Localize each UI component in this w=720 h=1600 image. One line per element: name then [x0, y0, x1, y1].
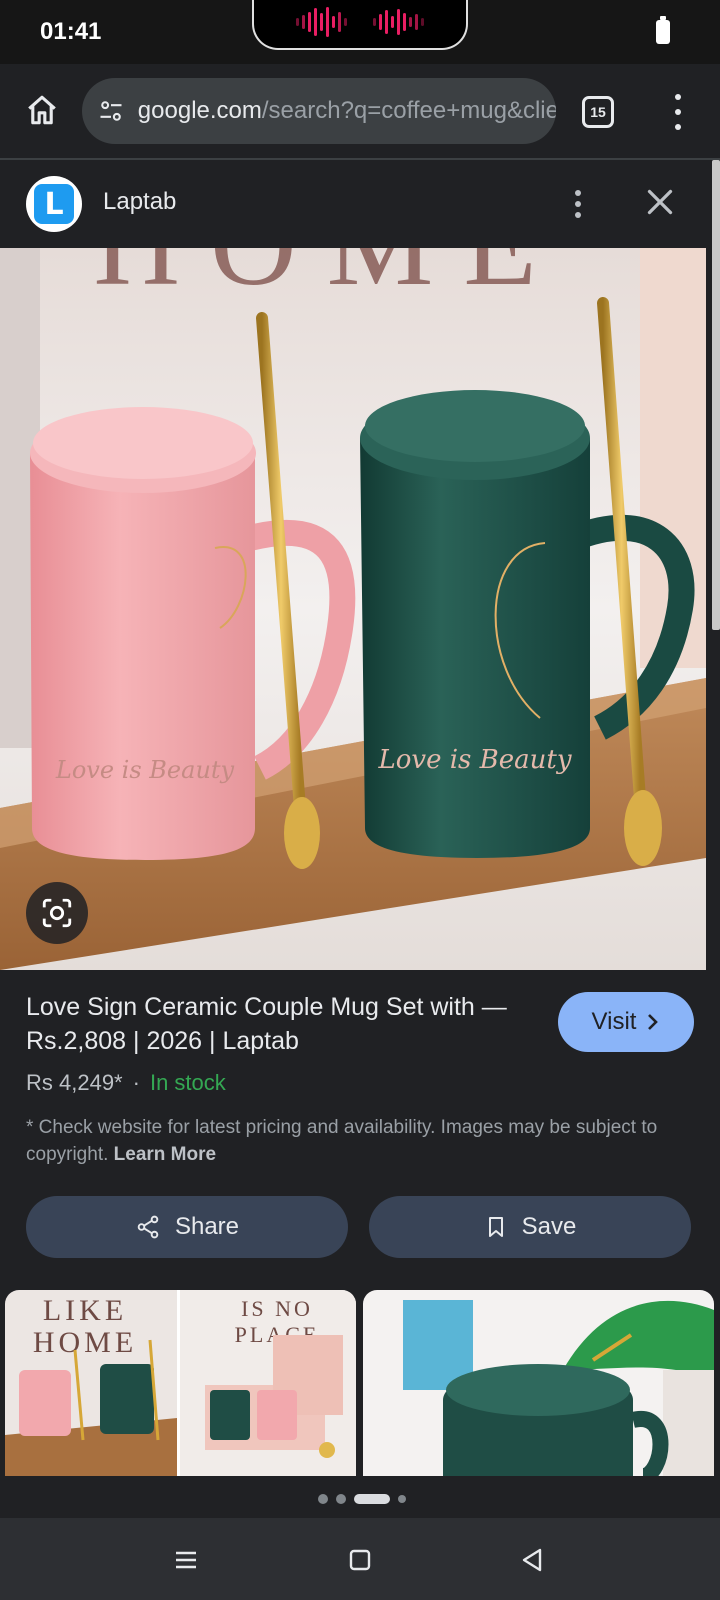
- status-time: 01:41: [40, 18, 102, 45]
- tune-icon[interactable]: [96, 96, 126, 126]
- nav-home-button[interactable]: [340, 1540, 380, 1580]
- more-vert-icon[interactable]: [570, 184, 586, 224]
- thumb-wall-text: LIKE: [43, 1294, 127, 1327]
- save-label: Save: [521, 1213, 577, 1240]
- home-button[interactable]: [22, 90, 62, 130]
- source-logo[interactable]: L: [26, 176, 82, 232]
- tab-switcher-button[interactable]: 15: [582, 96, 614, 128]
- mug-text-pink: Love is Beauty: [55, 756, 235, 784]
- product-image[interactable]: HOME Love is Beauty Love is Beauty: [0, 248, 706, 970]
- google-lens-icon: [42, 898, 72, 928]
- source-header: L Laptab: [0, 160, 706, 248]
- visit-label: Visit: [591, 1008, 637, 1035]
- share-icon: [137, 1215, 159, 1239]
- product-title: Love Sign Ceramic Couple Mug Set with — …: [26, 993, 507, 1055]
- thumb-wall-text: HOME: [33, 1326, 137, 1359]
- back-button[interactable]: [512, 1540, 552, 1580]
- system-nav-bar: [0, 1518, 720, 1600]
- url-text: google.com/search?q=coffee+mug&clie: [138, 97, 556, 125]
- url-path: /search?q=coffee+mug&clie: [261, 97, 556, 124]
- browser-toolbar: google.com/search?q=coffee+mug&clie 15: [0, 64, 720, 160]
- wall-text: HOME: [93, 248, 566, 310]
- price-row: Rs 4,249* · In stock: [26, 1070, 226, 1096]
- audio-wave-icon: [296, 7, 347, 37]
- bookmark-icon: [488, 1217, 503, 1237]
- carousel-dot: [336, 1494, 346, 1504]
- price-separator: ·: [132, 1070, 140, 1095]
- mug-text-green: Love is Beauty: [377, 745, 571, 775]
- close-icon: [647, 189, 673, 215]
- dynamic-island: [252, 0, 468, 50]
- battery-icon: [656, 16, 670, 44]
- related-image[interactable]: LIKE HOME IS NO PLACE: [5, 1290, 356, 1476]
- source-name[interactable]: Laptab: [103, 188, 176, 216]
- stock-status: In stock: [149, 1070, 226, 1095]
- source-logo-letter: L: [34, 184, 74, 224]
- back-icon: [522, 1548, 542, 1572]
- status-bar: 01:41: [0, 0, 720, 64]
- thumb-wall-text: IS NO: [241, 1296, 313, 1321]
- scrollbar[interactable]: [712, 160, 720, 630]
- more-vert-icon[interactable]: [664, 94, 692, 130]
- mug-photo: HOME Love is Beauty Love is Beauty: [0, 248, 706, 970]
- visit-button[interactable]: Visit: [558, 992, 694, 1052]
- carousel-dot-active: [354, 1494, 390, 1504]
- carousel-dot: [318, 1494, 328, 1504]
- related-images: LIKE HOME IS NO PLACE: [0, 1290, 714, 1478]
- chevron-right-icon: [648, 1014, 659, 1030]
- product-price: Rs 4,249*: [26, 1070, 123, 1095]
- disclaimer: * Check website for latest pricing and a…: [26, 1114, 700, 1168]
- home-icon: [28, 95, 56, 125]
- share-label: Share: [174, 1213, 240, 1240]
- carousel-indicator: [318, 1494, 406, 1504]
- nav-home-icon: [349, 1549, 371, 1571]
- google-lens-button[interactable]: [26, 882, 88, 944]
- url-host: google.com: [137, 97, 262, 124]
- url-bar[interactable]: google.com/search?q=coffee+mug&clie: [82, 78, 556, 144]
- save-button[interactable]: Save: [369, 1196, 691, 1258]
- recents-button[interactable]: [166, 1540, 206, 1580]
- related-image[interactable]: [363, 1290, 714, 1476]
- recents-icon: [176, 1551, 196, 1569]
- share-button[interactable]: Share: [26, 1196, 348, 1258]
- carousel-dot: [398, 1495, 406, 1503]
- audio-wave-icon: [373, 7, 424, 37]
- learn-more-link[interactable]: Learn More: [114, 1144, 216, 1165]
- close-button[interactable]: [642, 184, 678, 220]
